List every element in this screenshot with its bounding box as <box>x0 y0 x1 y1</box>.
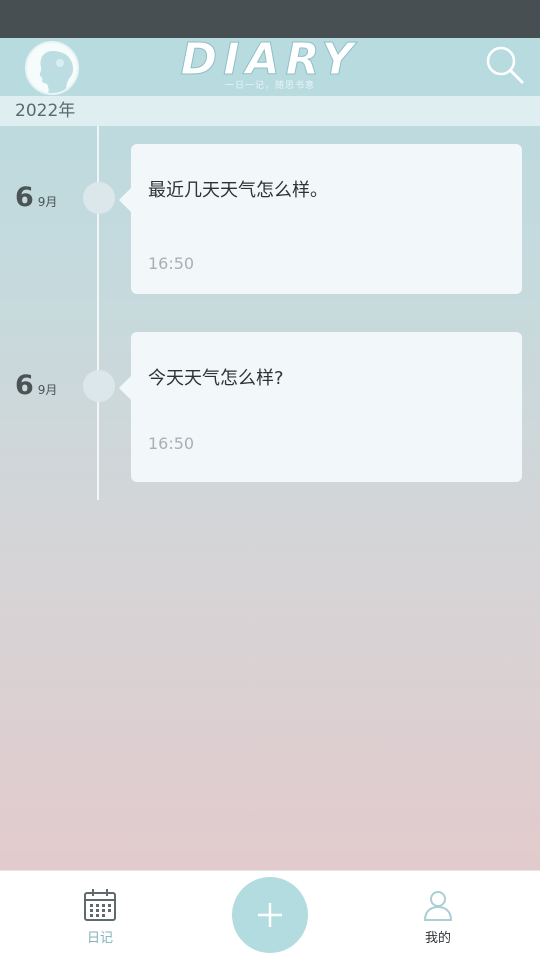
status-bar <box>0 0 540 38</box>
calendar-icon <box>84 889 116 921</box>
add-entry-button[interactable] <box>232 877 308 953</box>
diary-entry-card[interactable]: 最近几天天气怎么样。 16:50 <box>119 144 522 294</box>
app-header: DIARY 一日一记，随思书意 <box>0 34 540 95</box>
logo-title: DIARY <box>180 34 360 85</box>
plus-icon <box>258 903 282 927</box>
entry-month: 9月 <box>37 195 58 209</box>
entry-day: 6 <box>15 182 34 213</box>
entry-text: 最近几天天气怎么样。 <box>148 180 328 201</box>
entry-date: 6 9月 <box>15 182 57 213</box>
nav-item-diary[interactable]: 日记 <box>60 887 140 946</box>
logo-subtitle: 一日一记，随思书意 <box>224 81 315 91</box>
nav-label-diary: 日记 <box>86 931 113 946</box>
nav-label-mine: 我的 <box>424 931 451 946</box>
app-logo: DIARY 一日一记，随思书意 <box>0 34 540 91</box>
entry-time: 16:50 <box>148 434 195 453</box>
entry-date: 6 9月 <box>15 370 57 401</box>
entry-text: 今天天气怎么样? <box>148 368 284 389</box>
user-icon <box>423 891 453 921</box>
entry-month: 9月 <box>37 383 58 397</box>
timeline-dot <box>83 370 115 402</box>
entry-time: 16:50 <box>148 254 195 273</box>
entry-day: 6 <box>15 370 34 401</box>
search-icon <box>486 46 524 84</box>
year-header: 2022年 <box>0 96 540 126</box>
nav-item-mine[interactable]: 我的 <box>398 887 478 946</box>
timeline-dot <box>83 182 115 214</box>
search-button[interactable] <box>484 44 526 86</box>
diary-entry-card[interactable]: 今天天气怎么样? 16:50 <box>119 332 522 482</box>
